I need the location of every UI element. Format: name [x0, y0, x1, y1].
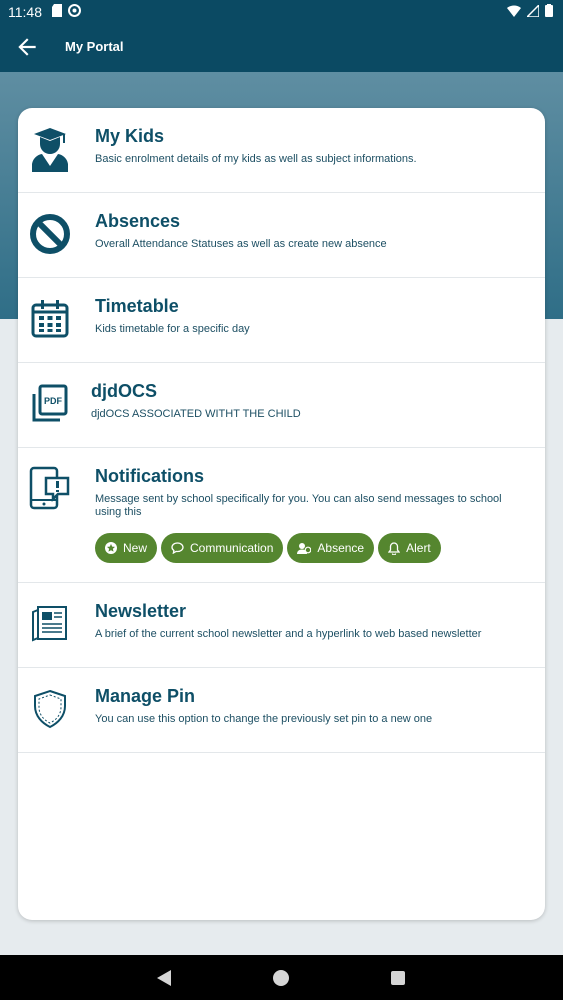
menu-description: Basic enrolment details of my kids as we… — [95, 153, 417, 165]
notification-tablet-icon — [28, 465, 72, 513]
menu-title: Newsletter — [95, 601, 187, 621]
menu-description: Message sent by school specifically for … — [95, 493, 502, 518]
nav-recent-apps-icon[interactable] — [391, 971, 405, 985]
sync-icon — [68, 4, 81, 17]
pdf-icon: PDF — [28, 380, 72, 428]
status-right-icons — [507, 4, 553, 17]
status-time: 11:48 — [8, 4, 42, 20]
chip-alert-button[interactable]: Alert — [378, 533, 441, 563]
sd-card-icon — [52, 4, 62, 17]
signal-icon — [527, 4, 539, 17]
menu-description: Overall Attendance Statuses as well as c… — [95, 238, 387, 250]
menu-title: My Kids — [95, 126, 165, 146]
app-bar: My Portal — [0, 24, 563, 72]
nav-home-icon[interactable] — [273, 970, 289, 986]
battery-icon — [545, 4, 553, 17]
menu-item-newsletter[interactable]: Newsletter A brief of the current school… — [18, 583, 545, 668]
menu-item-absences[interactable]: Absences Overall Attendance Statuses as … — [18, 193, 545, 278]
notification-chips: New Communication Absence Alert — [95, 533, 441, 563]
portal-menu-card: My Kids Basic enrolment details of my ki… — [18, 108, 545, 920]
chip-communication-button[interactable]: Communication — [161, 533, 284, 563]
status-left-icons — [52, 4, 81, 17]
menu-item-my-kids[interactable]: My Kids Basic enrolment details of my ki… — [18, 108, 545, 193]
back-arrow-icon[interactable] — [14, 34, 40, 60]
shield-icon — [28, 685, 72, 733]
chip-label: Communication — [190, 541, 274, 555]
nav-back-icon[interactable] — [155, 969, 173, 987]
menu-title: Absences — [95, 211, 181, 231]
ban-icon — [28, 210, 72, 258]
chip-label: Alert — [406, 541, 431, 555]
absence-icon — [297, 543, 312, 554]
menu-title: Notifications — [95, 466, 205, 486]
chip-absence-button[interactable]: Absence — [287, 533, 375, 563]
chat-icon — [171, 542, 184, 554]
menu-title: Timetable — [95, 296, 179, 316]
menu-item-timetable[interactable]: Timetable Kids timetable for a specific … — [18, 278, 545, 363]
menu-title: Manage Pin — [95, 686, 196, 706]
calendar-icon — [28, 295, 72, 343]
system-nav-bar — [0, 955, 563, 1000]
chip-new-button[interactable]: New — [95, 533, 158, 563]
menu-description: djdOCS ASSOCIATED WITHT THE CHILD — [91, 408, 301, 420]
chip-label: New — [123, 541, 148, 555]
menu-description: A brief of the current school newsletter… — [95, 628, 482, 640]
menu-item-djdocs[interactable]: PDF djdOCS djdOCS ASSOCIATED WITHT THE C… — [18, 363, 545, 448]
svg-text:PDF: PDF — [44, 396, 63, 406]
bell-icon — [388, 541, 401, 555]
status-bar: 11:48 — [0, 0, 563, 24]
chip-label: Absence — [317, 541, 365, 555]
wifi-icon — [507, 4, 521, 17]
menu-item-manage-pin[interactable]: Manage Pin You can use this option to ch… — [18, 668, 545, 753]
menu-description: You can use this option to change the pr… — [95, 713, 433, 725]
menu-item-notifications[interactable]: Notifications Message sent by school spe… — [18, 448, 545, 583]
menu-title: djdOCS — [91, 381, 157, 401]
page-title: My Portal — [65, 39, 124, 54]
graduate-icon — [28, 125, 72, 173]
new-icon — [105, 542, 117, 554]
newspaper-icon — [28, 600, 72, 648]
menu-description: Kids timetable for a specific day — [95, 323, 250, 335]
